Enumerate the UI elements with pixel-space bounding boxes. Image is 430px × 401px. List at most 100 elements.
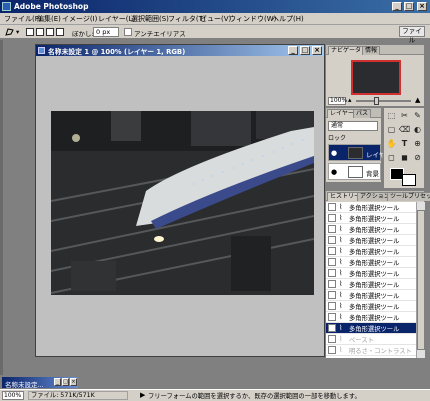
shape-tool-icon[interactable]: ◻ <box>385 152 398 164</box>
history-item[interactable]: ⌇ 多角形選択ツール <box>326 257 416 268</box>
history-item[interactable]: ⌇ 多角形選択ツール <box>326 279 416 290</box>
eraser-tool-icon[interactable]: ⌫ <box>398 124 411 136</box>
zoom-out-icon[interactable]: ▴ <box>348 96 352 104</box>
document-canvas[interactable] <box>36 56 324 356</box>
history-snapshot-checkbox[interactable] <box>328 236 336 244</box>
history-snapshot-checkbox[interactable] <box>328 302 336 310</box>
brush-tool-icon[interactable]: ✎ <box>411 110 424 122</box>
history-item[interactable]: ⌇ 多角形選択ツール <box>326 224 416 235</box>
antialias-checkbox[interactable] <box>124 28 132 36</box>
dodge-tool-icon[interactable]: ◐ <box>411 124 424 136</box>
visibility-eye-icon[interactable]: ● <box>330 149 338 157</box>
subtract-selection-icon[interactable] <box>46 28 54 36</box>
status-file-info[interactable]: ファイル: 571K/571K <box>28 391 128 400</box>
type-tool-icon[interactable]: T <box>398 138 411 150</box>
intersect-selection-icon[interactable] <box>56 28 64 36</box>
train-photo[interactable] <box>51 111 314 295</box>
zoom-slider-thumb[interactable] <box>374 97 379 105</box>
history-snapshot-checkbox[interactable] <box>328 291 336 299</box>
doc-minimize-button[interactable]: _ <box>288 46 298 55</box>
tab-paths[interactable]: パス <box>353 109 372 118</box>
history-snapshot-checkbox[interactable] <box>328 269 336 277</box>
history-item-label: 多角形選択ツール <box>349 293 400 300</box>
history-item[interactable]: ⌇ 多角形選択ツール <box>326 235 416 246</box>
blend-mode-select[interactable]: 通常 <box>328 121 378 131</box>
history-item[interactable]: ⌇ 多角形選択ツール <box>326 301 416 312</box>
status-arrow-icon[interactable]: ▶ <box>140 391 145 399</box>
navigator-thumbnail[interactable] <box>351 60 401 95</box>
feather-input[interactable]: 0 px <box>93 27 119 37</box>
history-item-label: 多角形選択ツール <box>349 238 400 245</box>
tab-info[interactable]: 情報 <box>362 46 381 55</box>
minimized-document[interactable]: 名称未設定... _ □ × <box>2 377 78 389</box>
background-swatch[interactable] <box>402 174 416 186</box>
history-item[interactable]: ⌇ 明るさ・コントラスト <box>326 345 416 356</box>
navigator-panel: ナビゲータ 情報 100% ▴ ▲ <box>325 44 425 106</box>
tab-navigator[interactable]: ナビゲータ <box>328 46 365 55</box>
history-item[interactable]: ⌇ 多角形選択ツール <box>326 246 416 257</box>
marquee-tool-icon[interactable]: ⬚ <box>385 110 398 122</box>
zoom-tool-icon[interactable]: ⊕ <box>411 138 424 150</box>
history-item[interactable]: ⌇ 多角形選択ツール <box>326 323 416 334</box>
history-item[interactable]: ⌇ 多角形選択ツール <box>326 213 416 224</box>
history-snapshot-checkbox[interactable] <box>328 225 336 233</box>
doc-maximize-button[interactable]: □ <box>300 46 310 55</box>
doc-close-button[interactable]: × <box>312 46 322 55</box>
tool-dropdown-arrow-icon[interactable]: ▾ <box>16 28 19 36</box>
add-selection-icon[interactable] <box>36 28 44 36</box>
history-item[interactable]: ⌇ 多角形選択ツール <box>326 290 416 301</box>
history-item[interactable]: ⌇ 多角形選択ツール <box>326 268 416 279</box>
min-close-button[interactable]: × <box>70 378 77 386</box>
status-zoom-field[interactable]: 100% <box>2 391 24 400</box>
history-snapshot-checkbox[interactable] <box>328 324 336 332</box>
history-item[interactable]: ⌇ 多角形選択ツール <box>326 202 416 213</box>
zoom-slider-track[interactable] <box>356 100 411 102</box>
crop-tool-icon[interactable]: ✂ <box>398 110 411 122</box>
visibility-eye-icon[interactable]: ● <box>330 168 338 176</box>
layer-row[interactable]: ● レイヤ <box>328 144 385 161</box>
min-restore-button[interactable]: _ <box>54 378 61 386</box>
lasso-tool-icon[interactable] <box>4 27 15 37</box>
history-snapshot-checkbox[interactable] <box>328 247 336 255</box>
history-snapshot-checkbox[interactable] <box>328 280 336 288</box>
tab-tool-presets[interactable]: ツールプリセット <box>387 192 430 201</box>
history-snapshot-checkbox[interactable] <box>328 313 336 321</box>
menu-window[interactable]: ウィンドウ(W) <box>229 14 276 24</box>
menu-help[interactable]: ヘルプ(H) <box>272 14 304 24</box>
navigator-zoom-input[interactable]: 100% <box>328 97 347 105</box>
history-snapshot-checkbox[interactable] <box>328 203 336 211</box>
close-button[interactable]: × <box>417 2 427 11</box>
history-panel: ヒストリー アクション ツールプリセット ⌇多角形選択ツール⌇多角形選択ツール⌇… <box>325 190 430 358</box>
history-list[interactable]: ⌇ 多角形選択ツール ⌇ 多角形選択ツール ⌇ 多角形選択ツール ⌇ 多角形選択ツール ⌇ 多角形… <box>326 202 416 358</box>
new-selection-icon[interactable] <box>26 28 34 36</box>
history-item[interactable]: ⌇ ペースト <box>326 334 416 345</box>
hand-tool-icon[interactable]: ✋ <box>385 138 398 150</box>
stamp-tool-icon[interactable]: ▢ <box>385 124 398 136</box>
maximize-button[interactable]: □ <box>404 2 414 11</box>
layers-panel: レイヤー パス 通常 ロック ● レイヤ ● 背景 <box>325 107 385 183</box>
menu-edit[interactable]: 編集(E) <box>37 14 61 24</box>
min-maximize-button[interactable]: □ <box>62 378 69 386</box>
train-photo-image <box>51 111 314 295</box>
layer-row[interactable]: ● 背景 <box>328 163 381 180</box>
menu-layer[interactable]: レイヤー(L) <box>98 14 135 24</box>
menu-image[interactable]: イメージ(I) <box>62 14 97 24</box>
menu-file[interactable]: ファイル(F) <box>4 14 42 24</box>
foreground-color-icon[interactable]: ◼ <box>398 152 411 164</box>
history-snapshot-checkbox[interactable] <box>328 214 336 222</box>
history-item[interactable]: ⌇ 多角形選択ツール <box>326 312 416 323</box>
history-scroll-thumb[interactable] <box>417 210 425 350</box>
history-scrollbar[interactable] <box>416 202 425 358</box>
history-snapshot-checkbox[interactable] <box>328 335 336 343</box>
history-snapshot-checkbox[interactable] <box>328 258 336 266</box>
document-title-bar[interactable]: 名称未設定 1 @ 100% (レイヤー 1, RGB) _ □ × <box>36 45 324 56</box>
mask-mode-icon[interactable]: ⊘ <box>411 152 424 164</box>
menu-select[interactable]: 選択範囲(S) <box>131 14 169 24</box>
history-snapshot-checkbox[interactable] <box>328 346 336 354</box>
menu-view[interactable]: ビュー(V) <box>200 14 231 24</box>
document-window[interactable]: 名称未設定 1 @ 100% (レイヤー 1, RGB) _ □ × <box>35 44 325 357</box>
zoom-in-icon[interactable]: ▲ <box>415 96 420 104</box>
layers-tab-row: レイヤー パス <box>326 108 381 118</box>
minimize-button[interactable]: _ <box>392 2 402 11</box>
file-browser-button[interactable]: ファイル <box>399 26 425 44</box>
